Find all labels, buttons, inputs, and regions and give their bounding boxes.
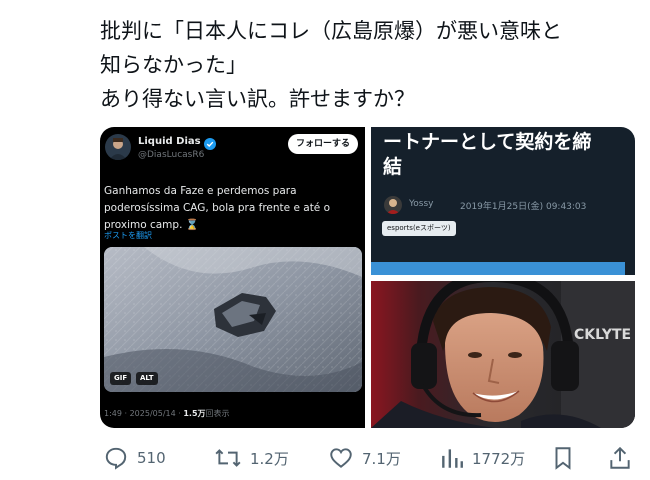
bookmark-button[interactable] [552, 440, 574, 476]
reply-count: 510 [137, 449, 166, 467]
article-date: 2019年1月25日(金) 09:43:03 [460, 202, 587, 212]
media-player-photo[interactable]: CKLYTE [371, 281, 635, 428]
share-button[interactable] [608, 440, 632, 476]
like-button[interactable]: 7.1万 [328, 440, 401, 476]
bookmark-icon [552, 445, 574, 471]
embedded-post-views: 1.5万 [183, 409, 206, 418]
retweet-icon [214, 445, 242, 471]
views-button[interactable]: 1772万 [440, 440, 525, 476]
gif-badge: GIF [110, 372, 132, 385]
headset-brand-text: CKLYTE [574, 327, 631, 343]
tweet-text-line: 知らなかった」 [100, 53, 247, 77]
tweet-text-line: あり得ない言い訳。許せますか？ [100, 87, 415, 111]
tweet-text-line: 批判に「日本人にコレ（広島原爆）が悪い意味と [100, 19, 562, 43]
like-icon [328, 445, 354, 471]
views-icon [440, 445, 464, 471]
tweet-action-bar: 510 1.2万 7.1万 1772万 [0, 440, 650, 476]
media-article-screenshot[interactable]: ートナーとして契約を締 結 Yossy 2019年1月25日(金) 09:43:… [371, 127, 635, 275]
article-author: Yossy [409, 199, 434, 209]
reply-button[interactable]: 510 [103, 440, 166, 476]
translate-post-link: ポストを翻訳 [104, 231, 152, 240]
alt-badge: ALT [136, 372, 158, 385]
retweet-button[interactable]: 1.2万 [214, 440, 289, 476]
like-count: 7.1万 [362, 449, 401, 468]
embedded-avatar [105, 134, 131, 160]
embedded-post-time: 1:49 · 2025/05/14 · [104, 409, 184, 418]
embedded-display-name: Liquid Dias [138, 136, 201, 147]
article-title-line: 結 [383, 156, 403, 178]
share-icon [608, 445, 632, 471]
embedded-post-views-suffix: 回表示 [205, 409, 230, 418]
article-title-line: ートナーとして契約を締 [383, 131, 592, 153]
embedded-gif [104, 247, 362, 392]
reply-icon [103, 445, 129, 471]
media-grid: Liquid Dias @DiasLucasR6 フォローする Ganhamos… [100, 127, 635, 428]
tweet-text: 批判に「日本人にコレ（広島原爆）が悪い意味と 知らなかった」 あり得ない言い訳。… [100, 14, 630, 116]
embedded-post-meta: 1:49 · 2025/05/14 · 1.5万回表示 [104, 408, 230, 419]
article-banner-strip [371, 262, 625, 275]
media-embedded-post-screenshot[interactable]: Liquid Dias @DiasLucasR6 フォローする Ganhamos… [100, 127, 365, 428]
embedded-post-text: Ganhamos da Faze e perdemos para poderos… [104, 185, 331, 231]
article-title: ートナーとして契約を締 結 [383, 130, 591, 180]
article-author-avatar [384, 196, 402, 214]
verified-icon [204, 135, 216, 150]
follow-button: フォローする [288, 134, 358, 154]
embedded-handle: @DiasLucasR6 [138, 150, 205, 160]
retweet-count: 1.2万 [250, 449, 289, 468]
article-tag: esports(eスポーツ) [382, 221, 456, 236]
view-count: 1772万 [472, 449, 526, 468]
